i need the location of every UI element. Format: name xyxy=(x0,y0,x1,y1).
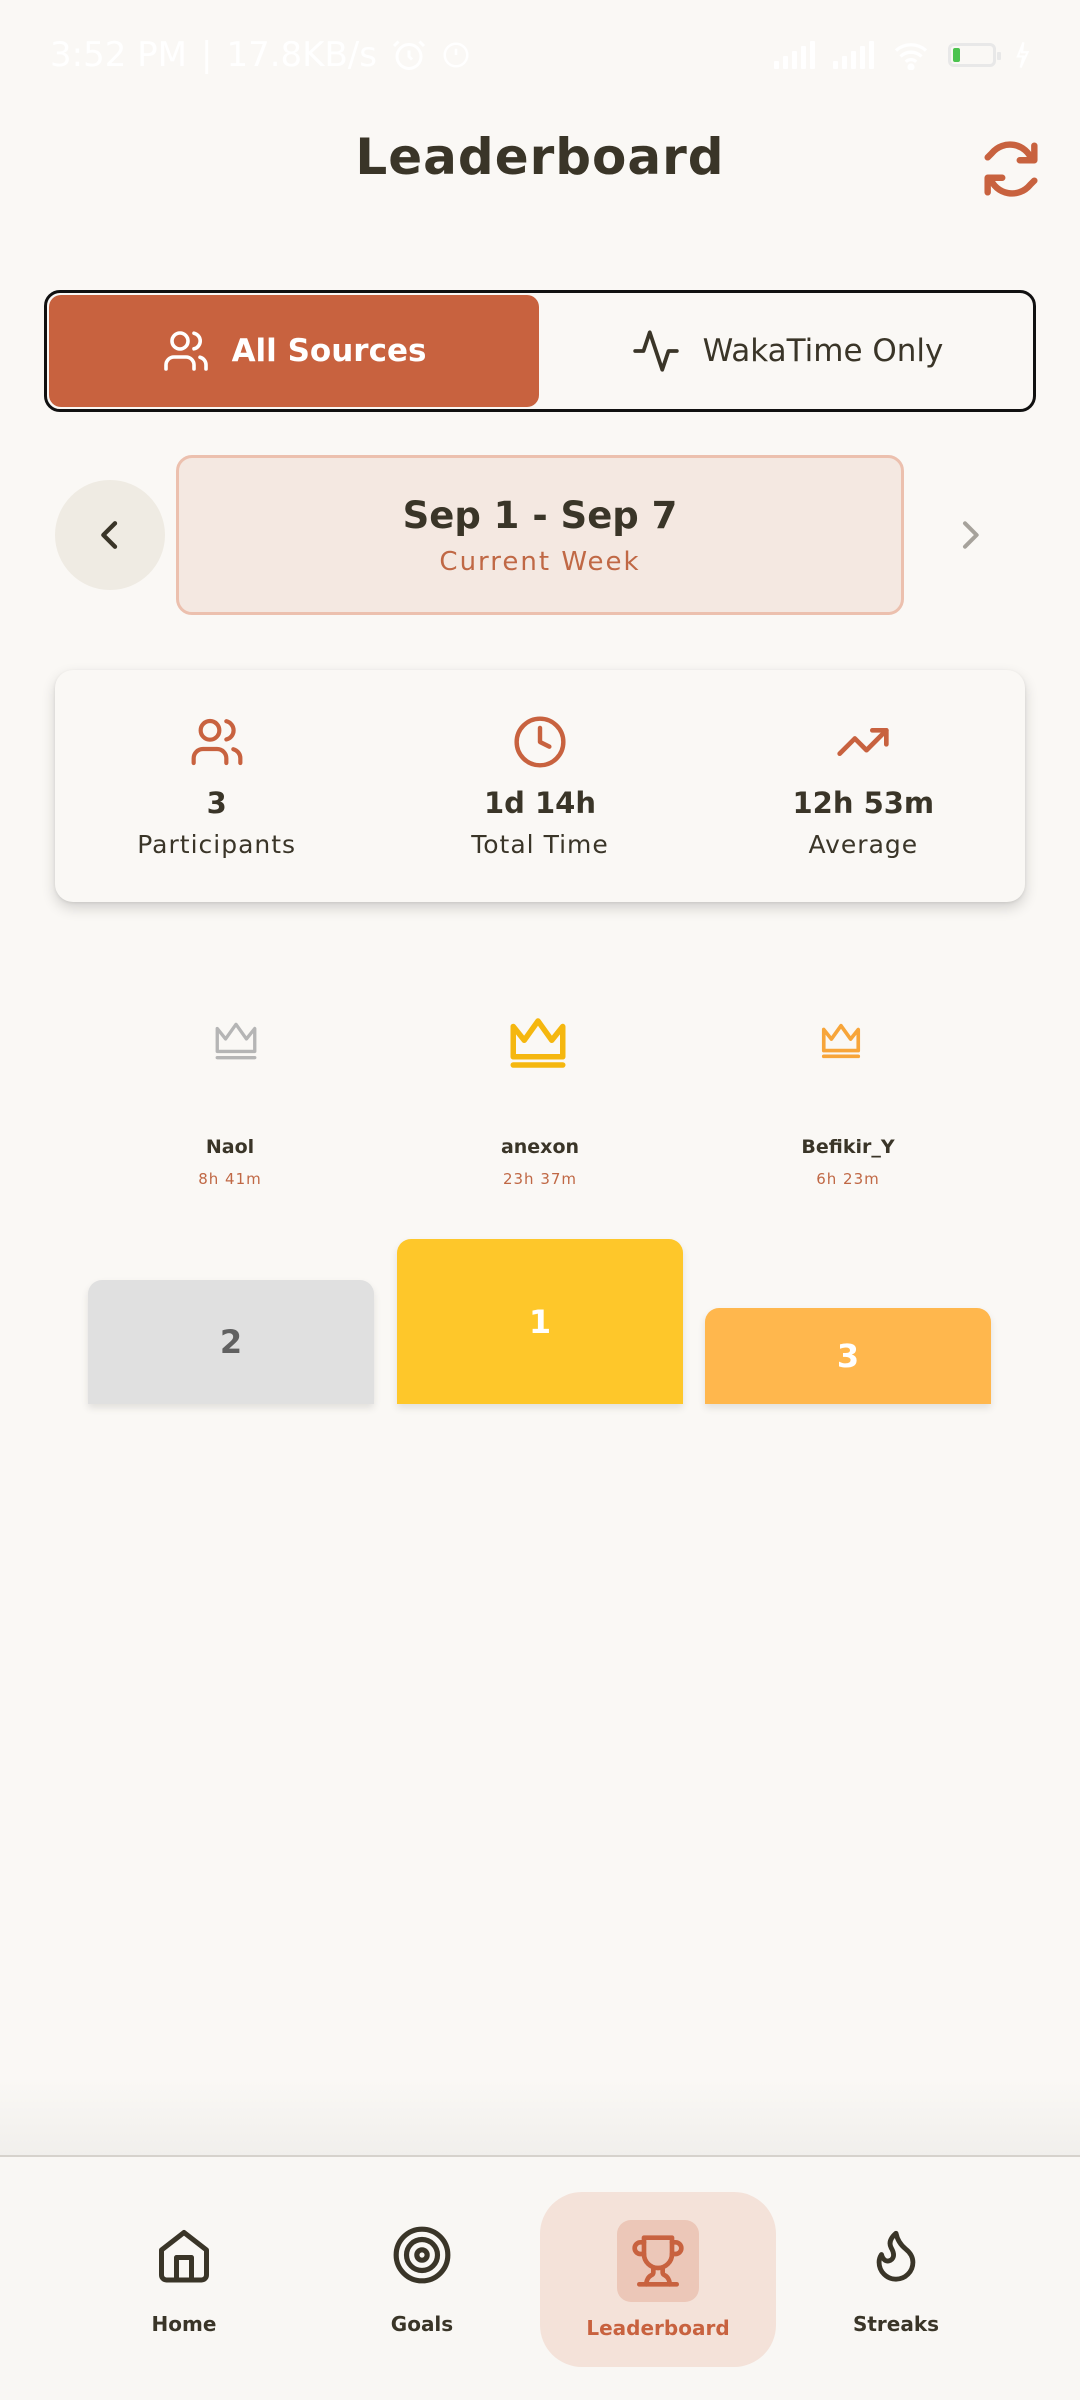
week-range: Sep 1 - Sep 7 xyxy=(402,493,678,537)
next-week-button[interactable] xyxy=(940,500,1000,570)
trophy-icon xyxy=(632,2235,684,2287)
podium-block-second: 2 xyxy=(88,1280,374,1404)
status-separator: | xyxy=(201,35,213,75)
stat-label: Participants xyxy=(137,829,297,859)
crown-icon-first xyxy=(510,1018,566,1068)
podium-block-third: 3 xyxy=(705,1308,991,1404)
stat-value: 3 xyxy=(206,785,227,820)
bottom-fade xyxy=(0,2080,1080,2155)
activity-icon xyxy=(632,330,679,372)
nav-label-goals: Goals xyxy=(390,2312,454,2336)
page-title: Leaderboard xyxy=(355,128,725,186)
wakatime-only-tab[interactable]: WakaTime Only xyxy=(541,293,1033,409)
nav-icon-wrap xyxy=(391,2220,453,2290)
podium-time-third: 6h 23m xyxy=(816,1170,880,1188)
charging-icon xyxy=(1016,42,1030,69)
alarm-icon xyxy=(392,40,426,70)
all-sources-label: All Sources xyxy=(231,333,427,369)
trending-up-icon xyxy=(837,727,889,756)
signal-icon xyxy=(774,41,815,69)
nav-leaderboard[interactable]: Leaderboard xyxy=(540,2192,776,2367)
nav-icon-wrap xyxy=(867,2220,925,2290)
bottom-navigation: Home Goals Leaderboard Streaks xyxy=(0,2155,1080,2400)
nav-streaks[interactable]: Streaks xyxy=(796,2192,996,2367)
home-icon xyxy=(159,2230,209,2283)
nav-icon-wrap xyxy=(154,2220,214,2290)
refresh-button[interactable] xyxy=(976,134,1046,204)
target-icon xyxy=(393,2226,451,2284)
stat-label: Total Time xyxy=(471,829,609,859)
week-subtitle: Current Week xyxy=(439,546,641,577)
status-net-speed: 17.8KB/s xyxy=(226,35,377,75)
podium-rank-third: 3 xyxy=(836,1337,860,1375)
status-left: 3:52 PM | 17.8KB/s xyxy=(50,35,471,75)
podium-name-first: anexon xyxy=(500,1136,580,1158)
leaderboard-screen: 3:52 PM | 17.8KB/s Leaderboard All Sourc… xyxy=(0,0,1080,2400)
podium-block-first: 1 xyxy=(397,1239,683,1404)
status-right xyxy=(774,40,1030,70)
users-icon xyxy=(163,331,208,371)
stat-participants: 3 Participants xyxy=(55,670,378,902)
stat-total-time: 1d 14h Total Time xyxy=(378,670,701,902)
nav-label-leaderboard: Leaderboard xyxy=(586,2316,730,2340)
source-toggle: All Sources WakaTime Only xyxy=(44,290,1036,412)
crown-icon-second xyxy=(215,1022,257,1060)
stat-value: 12h 53m xyxy=(792,785,935,820)
timer-icon xyxy=(443,42,469,68)
nav-label-home: Home xyxy=(151,2312,217,2336)
stat-label: Average xyxy=(808,829,919,859)
podium-rank-second: 2 xyxy=(219,1323,243,1361)
status-time: 3:52 PM xyxy=(50,35,187,75)
podium-rank-first: 1 xyxy=(528,1302,552,1341)
nav-label-streaks: Streaks xyxy=(852,2312,940,2336)
nav-icon-wrap xyxy=(617,2220,699,2302)
podium-name-third: Befikir_Y xyxy=(801,1136,895,1158)
refresh-icon xyxy=(984,141,1038,197)
week-display: Sep 1 - Sep 7 Current Week xyxy=(176,455,904,615)
chevron-right-icon xyxy=(963,521,979,549)
podium-time-first: 23h 37m xyxy=(502,1170,578,1188)
podium-time-second: 8h 41m xyxy=(198,1170,262,1188)
nav-goals[interactable]: Goals xyxy=(322,2192,522,2367)
stat-value: 1d 14h xyxy=(483,785,597,820)
users-icon xyxy=(191,718,243,765)
clock-icon xyxy=(514,715,566,768)
flame-icon xyxy=(876,2230,916,2282)
stat-average: 12h 53m Average xyxy=(702,670,1025,902)
previous-week-button[interactable] xyxy=(55,480,165,590)
crown-icon-third xyxy=(821,1023,861,1059)
chevron-left-icon xyxy=(101,521,118,549)
all-sources-tab[interactable]: All Sources xyxy=(49,295,539,407)
wakatime-only-label: WakaTime Only xyxy=(702,333,944,369)
battery-icon xyxy=(948,43,1001,67)
nav-home[interactable]: Home xyxy=(84,2192,284,2367)
status-bar: 3:52 PM | 17.8KB/s xyxy=(0,0,1080,110)
battery-level xyxy=(953,48,960,62)
signal-icon-2 xyxy=(833,41,874,69)
stats-card: 3 Participants 1d 14h Total Time 12h 53m… xyxy=(55,670,1025,902)
wifi-icon xyxy=(894,43,928,70)
podium-name-second: Naol xyxy=(205,1136,255,1158)
